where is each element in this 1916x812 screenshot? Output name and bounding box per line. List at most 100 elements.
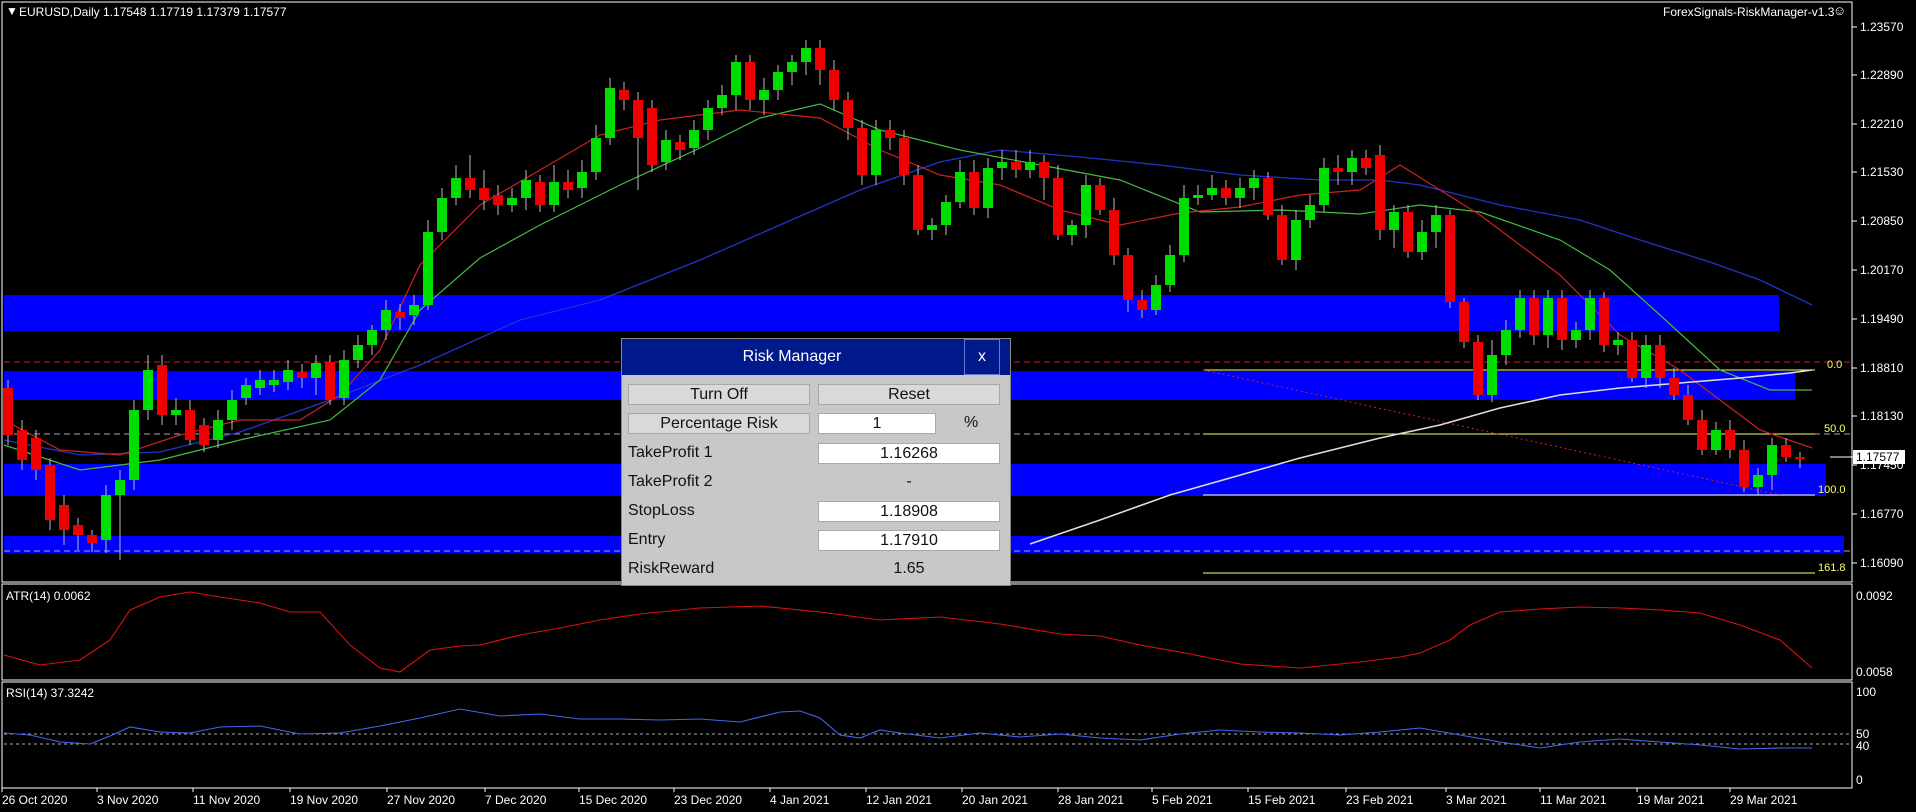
bear-candle <box>1263 178 1273 215</box>
smiley-face-icon: ☺ <box>1833 3 1847 18</box>
bear-candle <box>535 182 545 205</box>
bear-candle <box>843 100 853 128</box>
time-axis-label: 11 Nov 2020 <box>193 793 261 807</box>
bull-candle <box>1431 215 1441 232</box>
reset-button[interactable]: Reset <box>818 384 1000 405</box>
bull-candle <box>269 380 279 385</box>
bull-candle <box>367 330 377 345</box>
bear-candle <box>1529 298 1539 335</box>
bear-candle <box>829 70 839 100</box>
time-axis-label: 15 Feb 2021 <box>1248 793 1316 807</box>
time-axis-label: 23 Feb 2021 <box>1346 793 1414 807</box>
bear-candle <box>1109 210 1119 255</box>
bear-candle <box>17 430 27 460</box>
time-axis-label: 19 Mar 2021 <box>1637 793 1705 807</box>
fib-label-50: 50.0 <box>1824 423 1846 435</box>
bull-candle <box>591 138 601 172</box>
time-axis-label: 3 Nov 2020 <box>97 793 159 807</box>
bull-candle <box>1585 298 1595 330</box>
bear-candle <box>1599 298 1609 345</box>
time-axis-label: 19 Nov 2020 <box>290 793 359 807</box>
bull-candle <box>1207 188 1217 195</box>
bear-candle <box>1123 255 1133 300</box>
bear-candle <box>1221 188 1231 198</box>
bear-candle <box>633 100 643 138</box>
bear-candle <box>1473 342 1483 395</box>
atr-panel-frame <box>1 583 1853 681</box>
entry-label: Entry <box>628 531 666 548</box>
bull-candle <box>283 370 293 382</box>
bull-candle <box>213 420 223 440</box>
price-axis-label: 1.19490 <box>1860 312 1904 326</box>
bull-candle <box>311 363 321 378</box>
bull-candle <box>255 380 265 388</box>
percent-sign: % <box>964 414 979 431</box>
bull-candle <box>1067 225 1077 235</box>
bear-candle <box>199 425 209 445</box>
rsi-axis-0: 0 <box>1856 773 1863 787</box>
bear-candle <box>1739 450 1749 487</box>
bull-candle <box>871 130 881 175</box>
takeprofit1-input[interactable]: 1.16268 <box>818 443 1000 464</box>
bull-candle <box>1515 298 1525 330</box>
time-axis-label: 26 Oct 2020 <box>2 793 68 807</box>
risk-manager-titlebar[interactable]: Risk Manager <box>622 339 1010 375</box>
bear-candle <box>885 130 895 138</box>
bull-candle <box>1179 198 1189 255</box>
bear-candle <box>563 182 573 190</box>
bear-candle <box>493 195 503 205</box>
takeprofit2-value: - <box>906 473 912 490</box>
bear-candle <box>899 138 909 175</box>
bull-candle <box>339 360 349 398</box>
bear-candle <box>1781 445 1791 457</box>
bull-candle <box>983 168 993 208</box>
bull-candle <box>423 232 433 305</box>
bull-candle <box>409 305 419 315</box>
percentage-risk-button[interactable]: Percentage Risk <box>628 413 810 434</box>
bull-candle <box>605 88 615 138</box>
symbol-dropdown-icon[interactable]: ▼ <box>6 4 18 18</box>
percentage-risk-input[interactable]: 1 <box>818 413 936 434</box>
bull-candle <box>1305 205 1315 220</box>
bull-candle <box>1151 285 1161 310</box>
price-axis-label: 1.18130 <box>1860 409 1904 423</box>
time-axis-label: 27 Nov 2020 <box>387 793 456 807</box>
bear-candle <box>1333 168 1343 172</box>
supply-zone-1 <box>4 295 1779 331</box>
turn-off-button[interactable]: Turn Off <box>628 384 810 405</box>
stoploss-input[interactable]: 1.18908 <box>818 501 1000 522</box>
atr-line <box>3 591 1813 673</box>
bull-candle <box>955 172 965 202</box>
bear-candle <box>857 128 867 175</box>
bear-candle <box>465 178 475 190</box>
bull-candle <box>1753 475 1763 487</box>
time-axis-label: 15 Dec 2020 <box>579 793 648 807</box>
bull-candle <box>703 108 713 130</box>
bull-candle <box>1193 195 1203 198</box>
time-axis-label: 5 Feb 2021 <box>1152 793 1213 807</box>
bull-candle <box>227 400 237 420</box>
bear-candle <box>647 108 657 165</box>
bear-candle <box>1795 457 1805 459</box>
bear-candle <box>157 365 167 415</box>
time-axis-label: 4 Jan 2021 <box>770 793 830 807</box>
time-axis-label: 7 Dec 2020 <box>485 793 547 807</box>
bull-candle <box>101 495 111 540</box>
bull-candle <box>661 140 671 162</box>
bull-candle <box>171 410 181 415</box>
bear-candle <box>73 525 83 535</box>
bear-candle <box>1277 215 1287 260</box>
bear-candle <box>1137 300 1147 310</box>
bull-candle <box>787 62 797 72</box>
bear-candle <box>325 362 335 400</box>
bull-candle <box>1571 330 1581 340</box>
entry-input[interactable]: 1.17910 <box>818 530 1000 551</box>
rsi-axis-40: 40 <box>1856 739 1870 753</box>
atr-axis-min: 0.0058 <box>1856 665 1893 679</box>
bull-candle <box>1417 232 1427 252</box>
close-button[interactable]: x <box>964 339 1000 375</box>
bull-candle <box>1025 162 1035 170</box>
bull-candle <box>1543 298 1553 335</box>
price-axis-label: 1.22210 <box>1860 117 1904 131</box>
stoploss-label: StopLoss <box>628 502 695 519</box>
